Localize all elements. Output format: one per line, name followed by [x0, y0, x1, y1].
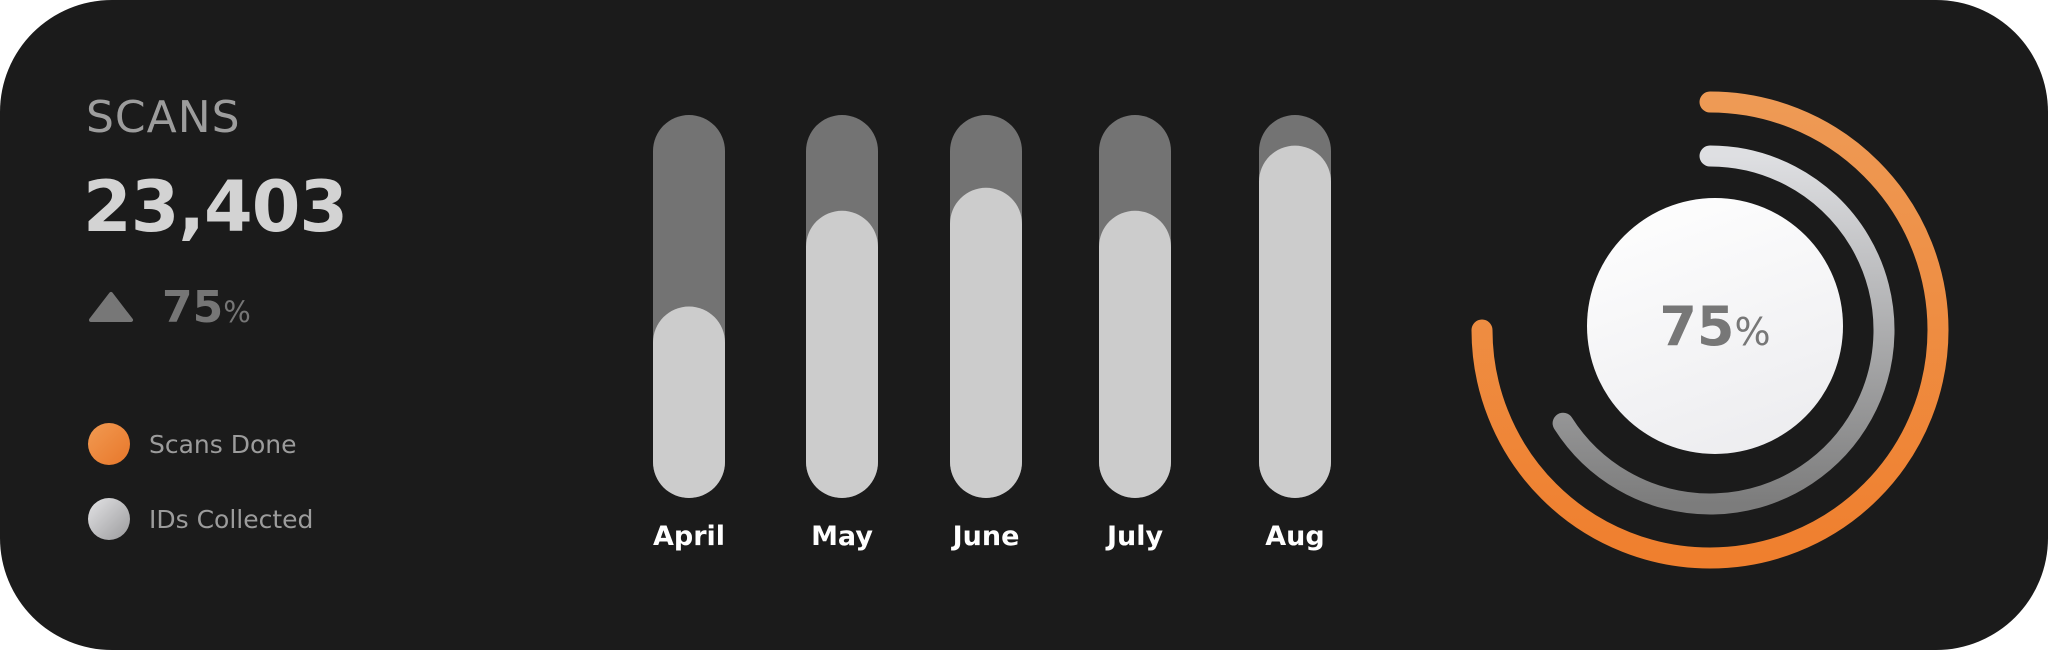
bar-label: Aug: [1265, 521, 1324, 552]
bar-fill: [1259, 145, 1331, 498]
bar-label: July: [1105, 521, 1164, 552]
bar-label: May: [811, 521, 873, 552]
bar-fill: [653, 306, 725, 498]
bar-fill: [806, 210, 878, 498]
bar-fill: [950, 187, 1022, 498]
bar-label: April: [653, 521, 725, 552]
radial-center: 75%: [1587, 198, 1843, 454]
radial-unit: %: [1734, 309, 1771, 354]
scans-card: SCANS 23,403 75% Scans Done IDs Collecte…: [0, 0, 2048, 650]
radial-number: 75: [1659, 294, 1735, 358]
bar-fill: [1099, 210, 1171, 498]
bar-label: June: [951, 521, 1020, 552]
radial-value: 75%: [1659, 295, 1770, 358]
